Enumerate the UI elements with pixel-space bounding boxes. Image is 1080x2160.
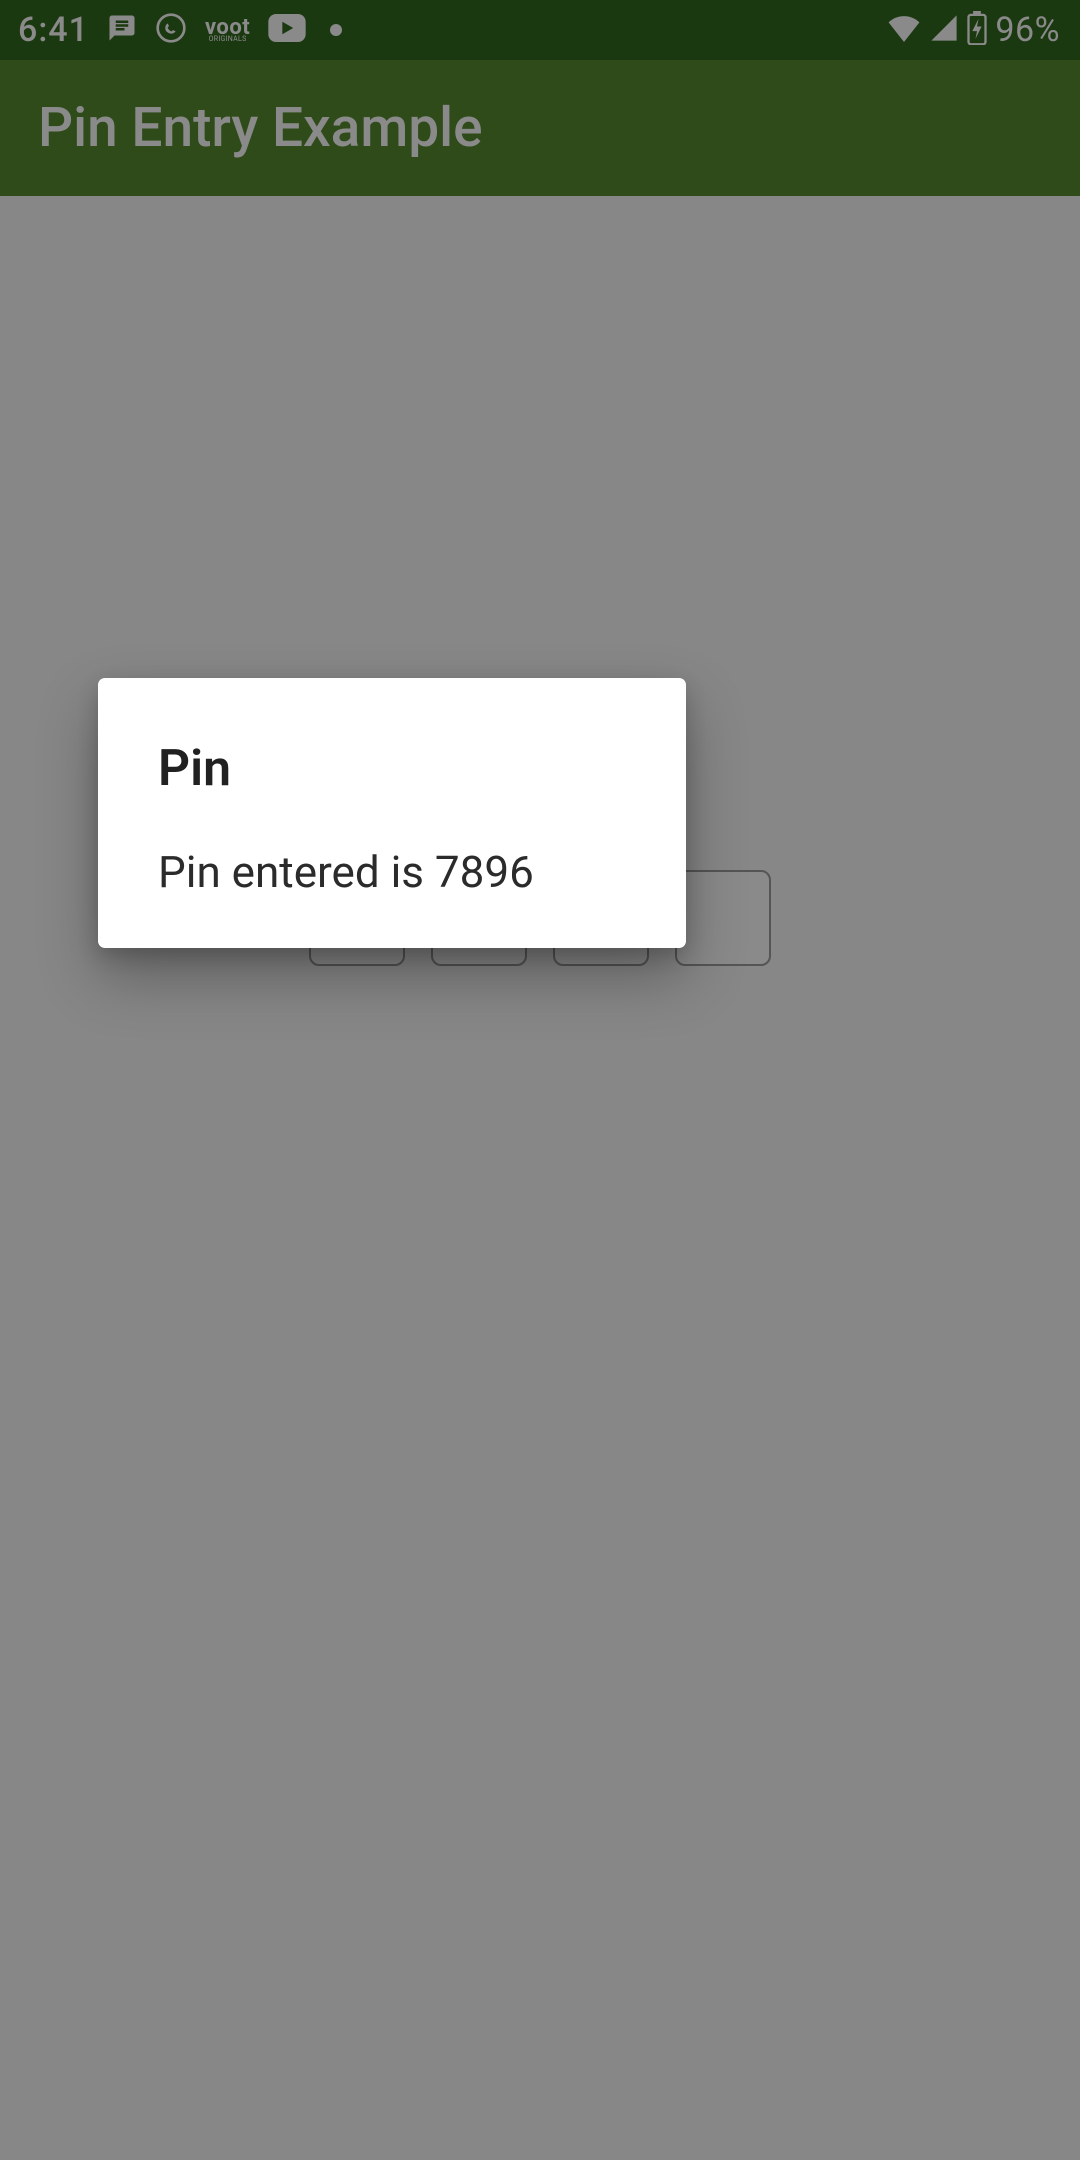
- dialog-title: Pin: [158, 740, 626, 798]
- screen: 6:41 voot ORIGINALS: [0, 0, 1080, 2160]
- modal-scrim[interactable]: [0, 0, 1080, 2160]
- alert-dialog: Pin Pin entered is 7896: [98, 678, 686, 948]
- dialog-message: Pin entered is 7896: [158, 846, 626, 898]
